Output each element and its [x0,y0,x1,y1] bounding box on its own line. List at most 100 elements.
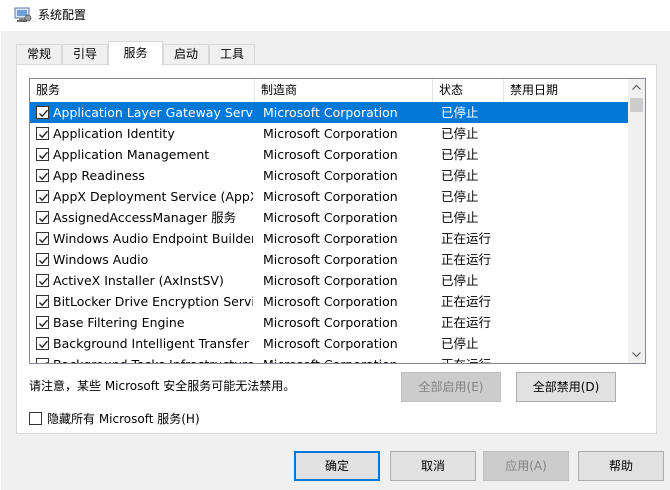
service-status: 正在运行 [441,252,492,267]
service-status: 正在运行 [441,354,503,363]
table-row[interactable]: AssignedAccessManager 服务 Microsoft Corpor… [30,207,628,228]
help-button[interactable]: 帮助 [578,451,664,481]
service-name: Windows Audio [53,252,149,267]
service-status: 已停止 [441,168,479,183]
service-disable-date [511,207,621,228]
service-disable-date [511,228,621,249]
service-name: Background Intelligent Transfer ... [53,336,253,351]
service-manufacturer: Microsoft Corporation [263,354,431,363]
service-checkbox[interactable] [36,253,49,266]
service-checkbox[interactable] [36,211,49,224]
service-disable-date [511,354,621,363]
services-list[interactable]: 服务 制造商 状态 禁用日期 Application Layer Gateway… [29,78,646,364]
table-row[interactable]: Windows Audio Microsoft Corporation 正在运行 [30,249,628,270]
service-status: 已停止 [441,105,479,120]
service-name: App Readiness [53,168,145,183]
tab-tools[interactable]: 工具 [209,44,255,65]
tab-startup[interactable]: 启动 [163,44,209,65]
service-disable-date [511,165,621,186]
service-manufacturer: Microsoft Corporation [263,231,398,246]
service-manufacturer: Microsoft Corporation [263,294,398,309]
table-row[interactable]: Application Layer Gateway Service Microso… [30,102,628,123]
service-manufacturer: Microsoft Corporation [263,336,398,351]
table-row[interactable]: App Readiness Microsoft Corporation 已停止 [30,165,628,186]
table-row[interactable]: Windows Audio Endpoint Builder Microsoft … [30,228,628,249]
service-checkbox[interactable] [36,190,49,203]
service-checkbox[interactable] [36,127,49,140]
table-row[interactable]: AppX Deployment Service (AppX... Microsof… [30,186,628,207]
table-row[interactable]: ActiveX Installer (AxInstSV) Microsoft Co… [30,270,628,291]
scroll-thumb[interactable] [630,98,643,112]
service-status: 已停止 [441,210,479,225]
service-status: 已停止 [441,147,479,162]
column-header-manufacturer[interactable]: 制造商 [255,79,433,102]
service-disable-date [511,333,621,354]
service-checkbox[interactable] [36,316,49,329]
scroll-down-icon[interactable] [628,346,645,363]
service-name: Base Filtering Engine [53,315,185,330]
service-manufacturer: Microsoft Corporation [263,210,398,225]
column-header-disable-date[interactable]: 禁用日期 [504,79,628,102]
ms-services-note: 请注意，某些 Microsoft 安全服务可能无法禁用。 [29,379,296,393]
service-status: 已停止 [441,273,479,288]
service-disable-date [511,312,621,333]
hide-ms-services-label[interactable]: 隐藏所有 Microsoft 服务(H) [47,411,200,427]
service-checkbox[interactable] [36,169,49,182]
tab-services[interactable]: 服务 [108,41,163,66]
service-manufacturer: Microsoft Corporation [263,315,398,330]
service-manufacturer: Microsoft Corporation [263,168,398,183]
service-checkbox[interactable] [36,148,49,161]
apply-button[interactable]: 应用(A) [483,451,569,481]
table-row[interactable]: Background Tasks Infrastructure ... Micro… [30,354,628,363]
service-manufacturer: Microsoft Corporation [263,252,398,267]
enable-all-button[interactable]: 全部启用(E) [401,372,501,402]
service-checkbox[interactable] [36,232,49,245]
table-row[interactable]: Application Identity Microsoft Corporatio… [30,123,628,144]
table-row[interactable]: Base Filtering Engine Microsoft Corporati… [30,312,628,333]
service-checkbox[interactable] [36,337,49,350]
title-bar: 系统配置 [0,0,670,31]
service-disable-date [511,291,621,312]
service-checkbox[interactable] [36,295,49,308]
scroll-up-icon[interactable] [628,79,645,96]
service-manufacturer: Microsoft Corporation [263,147,398,162]
window-title: 系统配置 [38,8,87,22]
service-name: Windows Audio Endpoint Builder [53,231,253,246]
service-manufacturer: Microsoft Corporation [263,273,398,288]
dialog-body: 常规 引导 服务 启动 工具 服务 制造商 状态 禁用日期 Applicatio… [1,31,670,490]
service-name: AssignedAccessManager 服务 [53,210,237,225]
list-header: 服务 制造商 状态 禁用日期 [30,79,628,102]
cancel-button[interactable]: 取消 [390,451,476,481]
tab-general[interactable]: 常规 [16,44,62,65]
service-checkbox[interactable] [36,358,49,363]
tab-boot[interactable]: 引导 [62,44,108,65]
service-status: 已停止 [441,336,479,351]
service-name: Application Identity [53,126,175,141]
ok-button[interactable]: 确定 [294,451,380,481]
table-row[interactable]: Background Intelligent Transfer ... Micro… [30,333,628,354]
service-disable-date [511,186,621,207]
vertical-scrollbar[interactable] [628,79,645,363]
column-header-status[interactable]: 状态 [433,79,504,102]
service-disable-date [511,144,621,165]
msconfig-icon [14,7,32,23]
column-header-service[interactable]: 服务 [30,79,255,102]
table-row[interactable]: Application Management Microsoft Corporat… [30,144,628,165]
service-manufacturer: Microsoft Corporation [263,189,398,204]
service-disable-date [511,270,621,291]
table-row[interactable]: BitLocker Drive Encryption Service Micros… [30,291,628,312]
service-manufacturer: Microsoft Corporation [263,126,398,141]
service-status: 已停止 [441,126,479,141]
hide-ms-services-checkbox[interactable] [29,412,42,425]
service-checkbox[interactable] [36,106,49,119]
service-manufacturer: Microsoft Corporation [263,105,398,120]
service-checkbox[interactable] [36,274,49,287]
service-name: BitLocker Drive Encryption Service [53,294,253,309]
service-disable-date [511,102,621,123]
service-disable-date [511,249,621,270]
service-name: ActiveX Installer (AxInstSV) [53,273,224,288]
service-name: Background Tasks Infrastructure ... [53,354,253,363]
disable-all-button[interactable]: 全部禁用(D) [516,372,616,402]
service-name: Application Layer Gateway Service [53,105,253,120]
service-status: 正在运行 [441,315,492,330]
